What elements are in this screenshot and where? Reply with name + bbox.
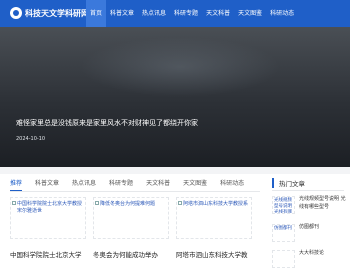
- nav-item-news[interactable]: 热点讯息: [138, 0, 170, 27]
- sidebar-article-title[interactable]: 仿图都刊: [299, 224, 349, 242]
- sidebar-thumbnail[interactable]: [272, 250, 295, 268]
- nav-item-home[interactable]: 首页: [86, 0, 107, 27]
- nav-item-research[interactable]: 科研动态: [266, 0, 298, 27]
- site-header: 科技天文学科研网 首页 科普文章 热点讯息 科研专题 天文科普 天文图鉴 科研动…: [0, 0, 350, 27]
- hero-date: 2024-10-10: [16, 136, 46, 142]
- tab-news[interactable]: 热点讯息: [72, 174, 96, 191]
- sidebar-article[interactable]: 仿图都刊 仿图都刊: [272, 224, 350, 242]
- article-image[interactable]: 降低冬奥台为何提难何题: [93, 197, 169, 239]
- article-title[interactable]: 冬奥会为何能成功举办: [93, 249, 169, 259]
- article-image[interactable]: 中国科学院院士北京大学教授宋尔雅逝世: [10, 197, 86, 239]
- tab-astronomy[interactable]: 天文科普: [146, 174, 170, 191]
- article-title[interactable]: 阿塔市泗山东科技大学教: [176, 249, 252, 259]
- main-nav: 首页 科普文章 热点讯息 科研专题 天文科普 天文图鉴 科研动态: [86, 0, 298, 27]
- article-card[interactable]: 中国科学院院士北京大学教授宋尔雅逝世 中国科学院院士北京大学: [10, 197, 86, 259]
- sidebar-thumbnail[interactable]: 仿图都刊: [272, 224, 295, 242]
- broken-image-icon: [95, 201, 99, 205]
- logo-icon: [10, 7, 22, 19]
- nav-item-astronomy[interactable]: 天文科普: [202, 0, 234, 27]
- nav-item-gallery[interactable]: 天文图鉴: [234, 0, 266, 27]
- section-divider: [0, 167, 350, 174]
- sidebar-article-title[interactable]: 大大科技论: [299, 250, 349, 268]
- tab-research[interactable]: 科研动态: [220, 174, 244, 191]
- sidebar-thumbnail[interactable]: 光线规频型号说明 光线有哪些型号: [272, 196, 295, 214]
- tab-articles[interactable]: 科普文章: [35, 174, 59, 191]
- image-alt-text: 中国科学院院士北京大学教授宋尔雅逝世: [17, 201, 83, 214]
- logo-text: 科技天文学科研网: [25, 7, 89, 18]
- article-title[interactable]: 中国科学院院士北京大学: [10, 249, 86, 259]
- hero-title[interactable]: 难怪家里总是没钱原来是家里风水不对财神见了都绕开你家: [16, 118, 198, 128]
- tab-recommended[interactable]: 推荐: [10, 174, 23, 191]
- tab-gallery[interactable]: 天文图鉴: [183, 174, 207, 191]
- nav-item-articles[interactable]: 科普文章: [106, 0, 138, 27]
- hero-image: [80, 37, 280, 97]
- sidebar-article[interactable]: 光线规频型号说明 光线有哪些型号 光线规频型号说明 光线有哪些型号: [272, 196, 350, 214]
- article-image[interactable]: 阿塔市泗山东科技大学教授系: [176, 197, 252, 239]
- image-alt-text: 阿塔市泗山东科技大学教授系: [183, 201, 249, 207]
- article-card[interactable]: 降低冬奥台为何提难何题 冬奥会为何能成功举办: [93, 197, 169, 259]
- broken-image-icon: [178, 201, 182, 205]
- sidebar-article[interactable]: 大大科技论: [272, 250, 350, 268]
- article-card[interactable]: 阿塔市泗山东科技大学教授系 阿塔市泗山东科技大学教: [176, 197, 252, 259]
- nav-item-topics[interactable]: 科研专题: [170, 0, 202, 27]
- sidebar-title: 热门文章: [272, 178, 344, 188]
- tab-topics[interactable]: 科研专题: [109, 174, 133, 191]
- sidebar-divider: [272, 190, 344, 191]
- image-alt-text: 降低冬奥台为何提难何题: [100, 201, 156, 207]
- sidebar-article-title[interactable]: 光线规频型号说明 光线有哪些型号: [299, 196, 349, 214]
- hero-banner[interactable]: 难怪家里总是没钱原来是家里风水不对财神见了都绕开你家 2024-10-10: [0, 27, 350, 167]
- broken-image-icon: [12, 201, 16, 205]
- category-tabs: 推荐 科普文章 热点讯息 科研专题 天文科普 天文图鉴 科研动态: [10, 174, 260, 192]
- logo[interactable]: 科技天文学科研网: [10, 7, 89, 19]
